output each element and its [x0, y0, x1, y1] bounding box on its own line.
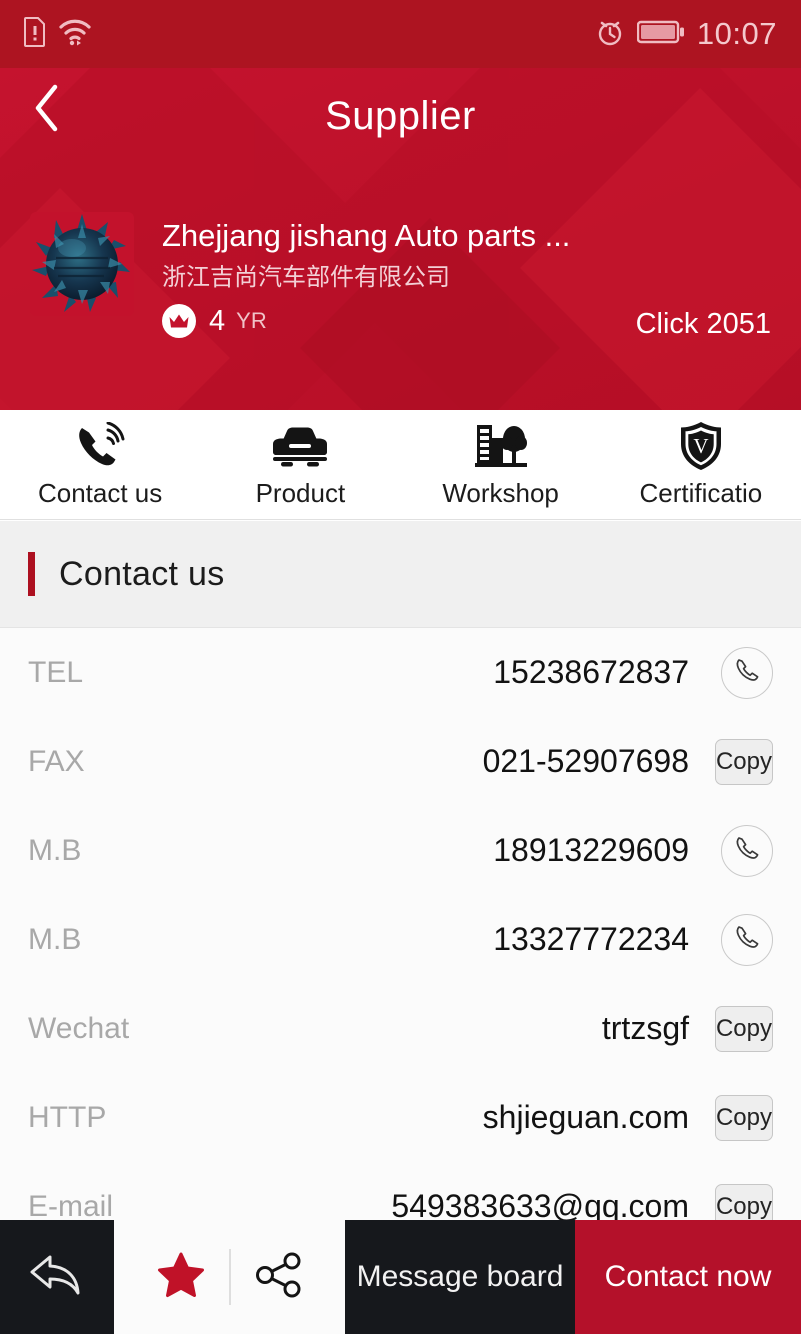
tab-label: Certificatio: [639, 478, 763, 508]
share-nodes-icon: [254, 1251, 304, 1304]
tab-certification[interactable]: V Certificatio: [601, 410, 801, 520]
factory-tree-icon: [473, 420, 529, 472]
contact-row-value: trtzsgf: [601, 1010, 689, 1046]
wifi-icon: [58, 17, 92, 52]
reply-arrow-icon: [28, 1251, 86, 1304]
status-bar-left-icons: [24, 16, 92, 52]
contact-row-action: [715, 824, 773, 877]
phone-ring-icon: [74, 420, 126, 472]
tab-workshop[interactable]: Workshop: [401, 410, 601, 520]
contact-list: TEL 15238672837 FAX 021-52907698 Copy M.B 1891…: [0, 628, 801, 1228]
sim-alert-icon: [24, 16, 46, 52]
contact-row: HTTP shjieguan.com Copy: [0, 1073, 801, 1162]
star-icon: [157, 1252, 205, 1303]
section-title: Contact us: [59, 554, 225, 593]
contact-row: E-mail 549383633@qq.com Copy: [0, 1162, 801, 1228]
contact-row-value: 18913229609: [493, 832, 689, 868]
share-button[interactable]: [231, 1251, 327, 1304]
section-header: Contact us: [0, 521, 801, 628]
years-unit: YR: [236, 308, 267, 333]
crown-icon: [162, 304, 196, 338]
tab-label: Workshop: [442, 478, 559, 508]
copy-button[interactable]: Copy: [714, 1094, 773, 1141]
contact-row-value: 13327772234: [493, 921, 689, 957]
bottom-back-button[interactable]: [0, 1220, 114, 1334]
contact-row-action: [715, 913, 773, 966]
section-tab-bar: Contact us Product Workshop V Certificat…: [0, 410, 801, 520]
contact-row-label: M.B: [28, 833, 82, 867]
contact-row-action: [715, 646, 773, 699]
contact-row-value: 021-52907698: [482, 743, 689, 779]
battery-icon: [636, 19, 685, 50]
status-bar-right-icons: 10:07: [595, 16, 777, 52]
alarm-icon: [595, 17, 625, 52]
company-name-cn: 浙江吉尚汽车部件有限公司: [162, 264, 450, 291]
supplier-page: 10:07 Supplier Zhejjang jishang Auto par…: [0, 0, 801, 1334]
contact-row: M.B 13327772234: [0, 895, 801, 984]
copy-button[interactable]: Copy: [714, 738, 773, 785]
page-title: Supplier: [325, 93, 476, 138]
tab-contact-us[interactable]: Contact us: [0, 410, 200, 520]
supplier-summary: Zhejjang jishang Auto parts ... 浙江吉尚汽车部件…: [0, 160, 801, 340]
favorite-button[interactable]: [133, 1252, 229, 1303]
message-board-button[interactable]: Message board: [345, 1220, 575, 1334]
status-bar-clock: 10:07: [696, 16, 777, 51]
contact-row-label: M.B: [28, 922, 82, 956]
phone-icon: [734, 657, 760, 688]
contact-row-label: TEL: [28, 655, 84, 689]
contact-row: FAX 021-52907698 Copy: [0, 717, 801, 806]
header-topbar: Supplier: [0, 68, 801, 160]
years-value: 4: [209, 304, 226, 337]
contact-row-value: shjieguan.com: [482, 1099, 689, 1135]
company-name-en: Zhejjang jishang Auto parts ...: [162, 218, 571, 253]
click-count: Click 2051: [635, 308, 771, 340]
section-accent-bar: [28, 552, 35, 596]
contact-row: TEL 15238672837: [0, 628, 801, 717]
call-button[interactable]: [721, 913, 773, 966]
status-bar: 10:07: [0, 0, 801, 68]
contact-row-label: HTTP: [28, 1100, 107, 1134]
contact-row-value: 15238672837: [493, 654, 689, 690]
contact-row-label: FAX: [28, 744, 85, 778]
call-button[interactable]: [721, 824, 773, 877]
supplier-header: Supplier Zhejjang jishang Auto parts ...…: [0, 68, 801, 410]
bottom-secondary-actions: [114, 1220, 345, 1334]
contact-row: Wechat trtzsgf Copy: [0, 984, 801, 1073]
bottom-action-bar: Message board Contact now: [0, 1220, 801, 1334]
contact-row-label: E-mail: [28, 1189, 114, 1223]
phone-icon: [734, 835, 760, 866]
contact-row-action: Copy: [714, 1094, 773, 1141]
contact-row: M.B 18913229609: [0, 806, 801, 895]
copy-button[interactable]: Copy: [714, 1005, 773, 1052]
avatar: [30, 212, 134, 316]
tab-label: Contact us: [37, 478, 163, 508]
svg-text:V: V: [693, 434, 708, 458]
tab-product[interactable]: Product: [200, 410, 400, 520]
call-button[interactable]: [721, 646, 773, 699]
car-icon: [269, 420, 331, 472]
tab-label: Product: [255, 478, 346, 508]
shield-v-icon: V: [677, 420, 725, 472]
contact-now-button[interactable]: Contact now: [575, 1220, 801, 1334]
contact-row-label: Wechat: [28, 1011, 130, 1045]
phone-icon: [734, 924, 760, 955]
contact-row-action: Copy: [714, 738, 773, 785]
contact-row-action: Copy: [714, 1005, 773, 1052]
